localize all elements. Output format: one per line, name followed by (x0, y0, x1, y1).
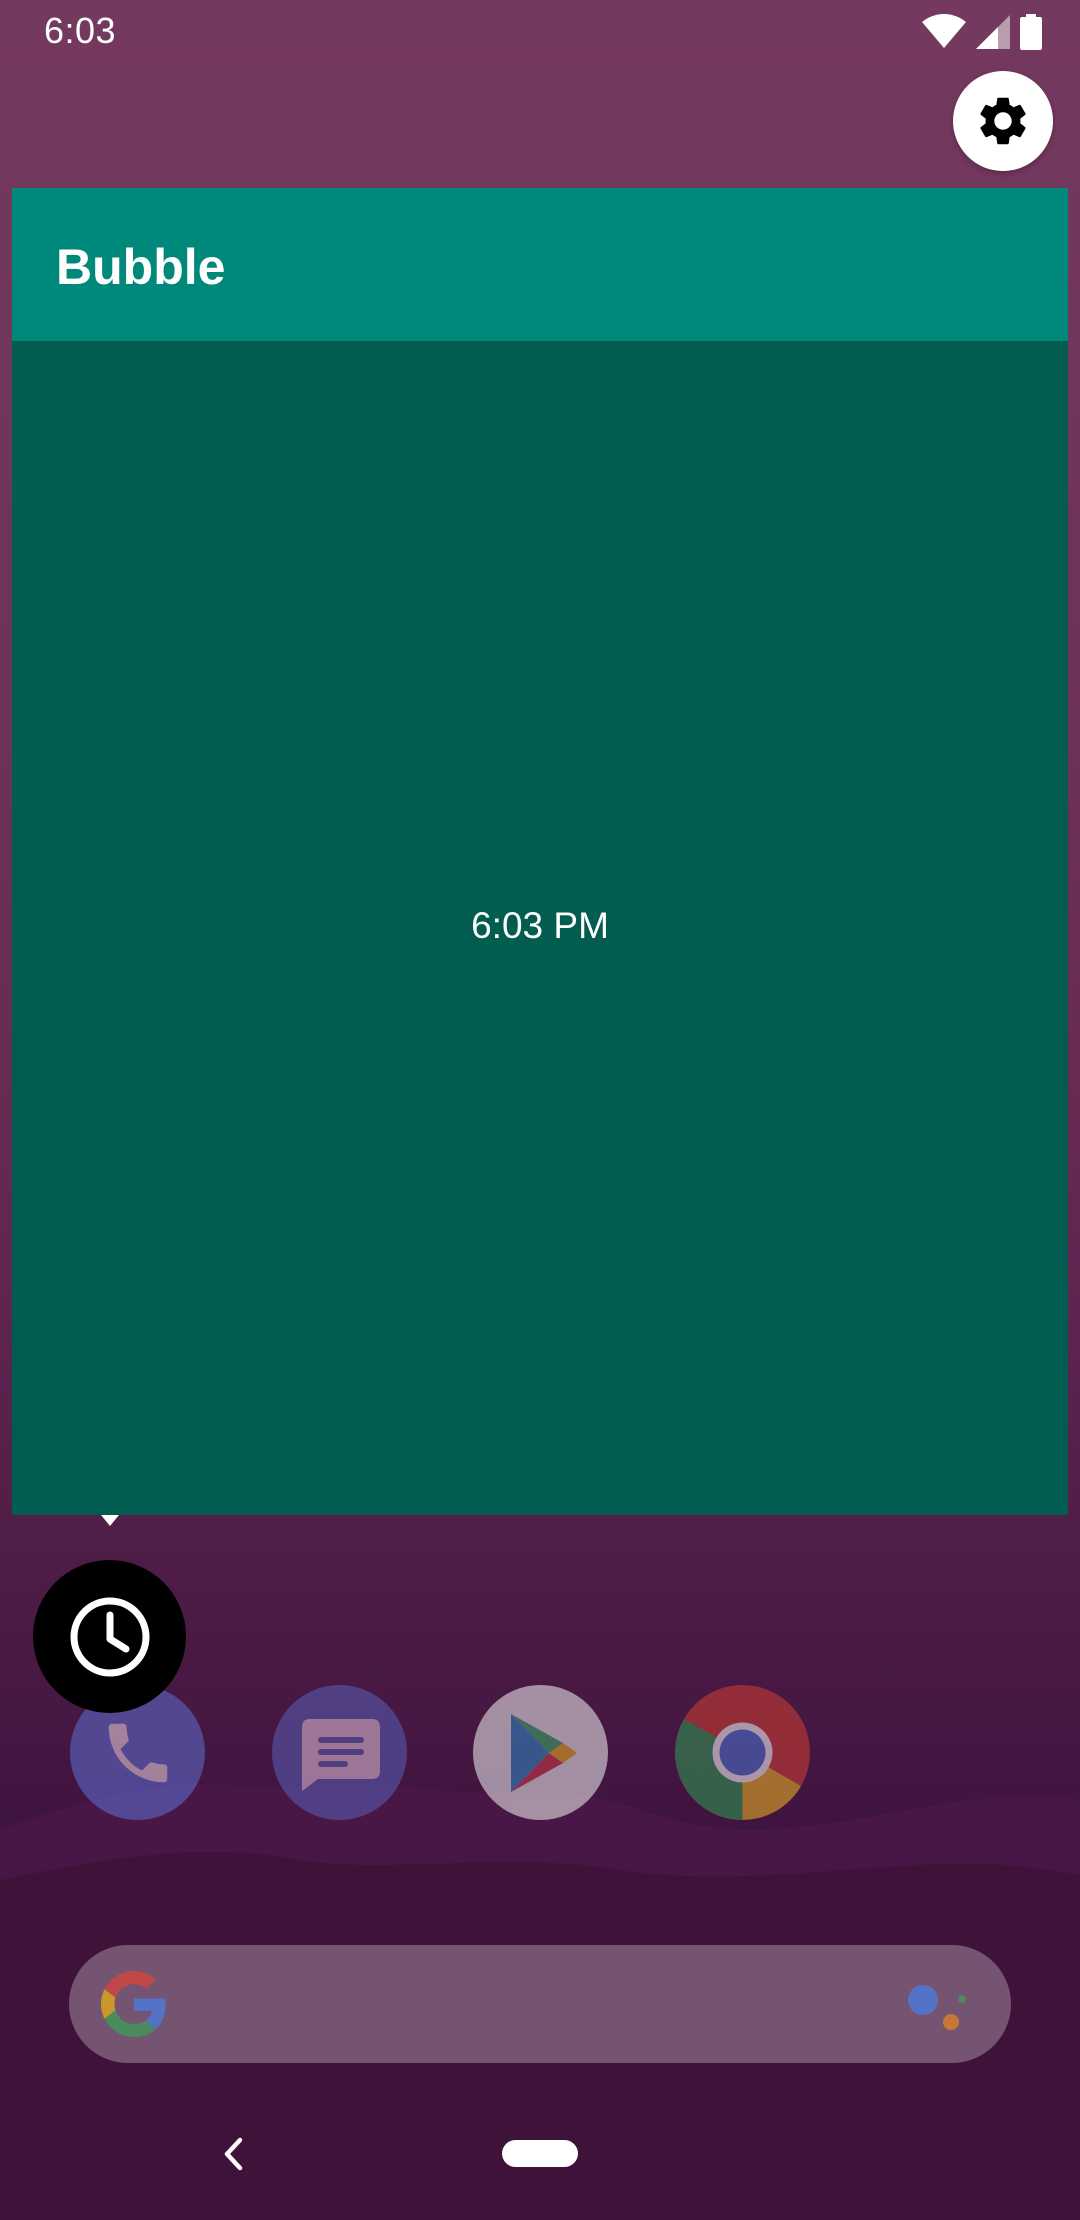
chrome-icon (675, 1685, 810, 1820)
dock-messages-app[interactable] (272, 1685, 407, 1820)
cell-signal-icon (976, 15, 1010, 49)
wifi-icon (922, 14, 966, 48)
google-search-bar[interactable] (69, 1945, 1011, 2063)
status-icons (922, 14, 1042, 50)
phone-icon (108, 1723, 167, 1782)
bubble-title: Bubble (56, 239, 226, 295)
back-icon[interactable] (222, 2136, 246, 2172)
bubble-pointer (101, 1515, 119, 1526)
home-pill[interactable] (502, 2140, 578, 2167)
clock-icon (70, 1597, 149, 1676)
messages-icon (301, 1718, 380, 1791)
play-store-icon (510, 1713, 577, 1792)
dock-chrome-app[interactable] (675, 1685, 810, 1820)
status-time: 6:03 (44, 10, 117, 51)
bubble-clock-text: 6:03 PM (471, 905, 609, 946)
status-bar: 6:03 (0, 0, 1080, 66)
assistant-icon[interactable] (907, 1983, 969, 2035)
dock-play-store-app[interactable] (473, 1685, 608, 1820)
bubble-window[interactable]: Bubble 6:03 PM (12, 188, 1068, 1515)
floating-bubble[interactable] (33, 1560, 186, 1713)
bubble-app-bar: Bubble (12, 188, 1068, 341)
gear-icon (980, 97, 1026, 145)
google-g-icon (101, 1971, 166, 2037)
settings-button[interactable] (953, 71, 1053, 171)
battery-icon (1020, 14, 1042, 50)
